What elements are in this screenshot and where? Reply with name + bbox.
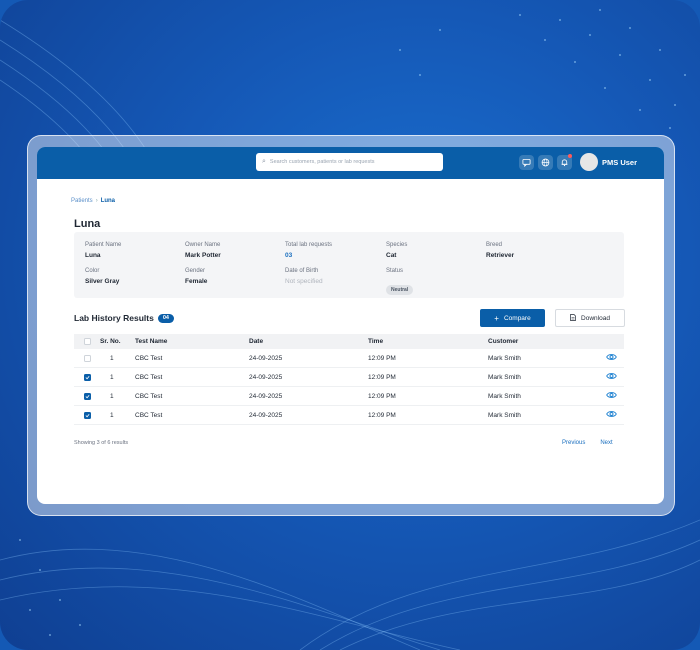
cell-customer: Mark Smith [488, 354, 521, 362]
cell-customer: Mark Smith [488, 411, 521, 419]
cell-test-name: CBC Test [135, 354, 163, 362]
lab-history-table: Sr. No. Test Name Date Time Customer 1 CB… [74, 334, 624, 425]
cell-time: 12:09 PM [368, 411, 396, 419]
field-color: Color Silver Gray [85, 268, 120, 285]
field-patient-name: Patient Name Luna [85, 242, 122, 259]
row-checkbox[interactable] [83, 411, 91, 419]
table-row[interactable]: 1 CBC Test 24-09-2025 12:09 PM Mark Smith [74, 368, 624, 387]
chat-icon[interactable] [519, 155, 534, 170]
cell-test-name: CBC Test [135, 392, 163, 400]
field-status: Status Neutral [386, 268, 414, 296]
breadcrumb-current: Luna [100, 198, 116, 204]
top-bar: ⌕ Search customers, patients or lab requ… [37, 147, 664, 179]
table-row[interactable]: 1 CBC Test 24-09-2025 12:09 PM Mark Smith [74, 406, 624, 425]
col-customer: Customer [488, 338, 519, 345]
cell-sr: 1 [110, 373, 114, 381]
notification-dot [568, 154, 572, 158]
globe-icon[interactable] [538, 155, 553, 170]
next-button[interactable]: Next [600, 440, 612, 446]
status-badge: Neutral [386, 285, 414, 295]
field-breed: Breed Retriever [486, 242, 515, 259]
cell-date: 24-09-2025 [249, 392, 283, 400]
breadcrumb: Patients › Luna [71, 198, 115, 204]
select-all-checkbox[interactable] [83, 338, 91, 345]
cell-sr: 1 [110, 411, 114, 419]
field-total-lab-requests: Total lab requests 03 [285, 242, 333, 259]
toolbar-icons [519, 154, 572, 170]
cell-time: 12:09 PM [368, 373, 396, 381]
cell-test-name: CBC Test [135, 411, 163, 419]
field-owner-name: Owner Name Mark Potter [185, 242, 221, 259]
search-input[interactable]: ⌕ Search customers, patients or lab requ… [256, 153, 443, 171]
eye-icon[interactable] [605, 372, 617, 382]
plus-icon: + [494, 313, 499, 323]
results-count: Showing 3 of 6 results [74, 440, 129, 446]
cell-sr: 1 [110, 354, 114, 362]
document-icon [570, 313, 576, 323]
lab-history-title: Lab History Results 04 [74, 313, 174, 323]
eye-icon[interactable] [605, 391, 617, 401]
cell-time: 12:09 PM [368, 392, 396, 400]
col-test-name: Test Name [135, 338, 168, 345]
bell-icon[interactable] [557, 154, 572, 170]
page-title: Luna [74, 218, 101, 230]
field-gender: Gender Female [185, 268, 208, 285]
user-name[interactable]: PMS User [602, 158, 637, 167]
row-checkbox[interactable] [83, 392, 91, 400]
row-checkbox[interactable] [83, 354, 91, 362]
eye-icon[interactable] [605, 410, 617, 420]
cell-test-name: CBC Test [135, 373, 163, 381]
field-species: Species Cat [386, 242, 408, 259]
eye-icon[interactable] [605, 353, 617, 363]
pagination: Previous Next [562, 440, 613, 446]
breadcrumb-patients[interactable]: Patients [71, 198, 93, 204]
patient-info-card: Patient Name Luna Owner Name Mark Potter… [74, 232, 624, 298]
lab-requests-link[interactable]: 03 [285, 252, 332, 259]
table-header: Sr. No. Test Name Date Time Customer [74, 334, 624, 349]
cell-sr: 1 [110, 392, 114, 400]
field-date-of-birth: Date of Birth Not specified [285, 268, 323, 285]
col-sr-no: Sr. No. [100, 338, 121, 345]
col-time: Time [368, 338, 384, 345]
download-button[interactable]: Download [555, 309, 625, 327]
count-badge: 04 [157, 313, 174, 323]
compare-button[interactable]: + Compare [480, 309, 545, 327]
cell-date: 24-09-2025 [249, 373, 283, 381]
search-placeholder: Search customers, patients or lab reques… [269, 159, 375, 165]
previous-button[interactable]: Previous [562, 440, 585, 446]
col-date: Date [249, 338, 264, 345]
cell-date: 24-09-2025 [249, 411, 283, 419]
app-window: ⌕ Search customers, patients or lab requ… [37, 147, 664, 504]
table-row[interactable]: 1 CBC Test 24-09-2025 12:09 PM Mark Smith [74, 349, 624, 368]
cell-customer: Mark Smith [488, 373, 521, 381]
chevron-right-icon: › [95, 198, 98, 204]
search-icon: ⌕ [262, 158, 266, 165]
row-checkbox[interactable] [83, 373, 91, 381]
cell-date: 24-09-2025 [249, 354, 283, 362]
table-row[interactable]: 1 CBC Test 24-09-2025 12:09 PM Mark Smith [74, 387, 624, 406]
cell-time: 12:09 PM [368, 354, 396, 362]
avatar[interactable] [580, 153, 598, 171]
cell-customer: Mark Smith [488, 392, 521, 400]
